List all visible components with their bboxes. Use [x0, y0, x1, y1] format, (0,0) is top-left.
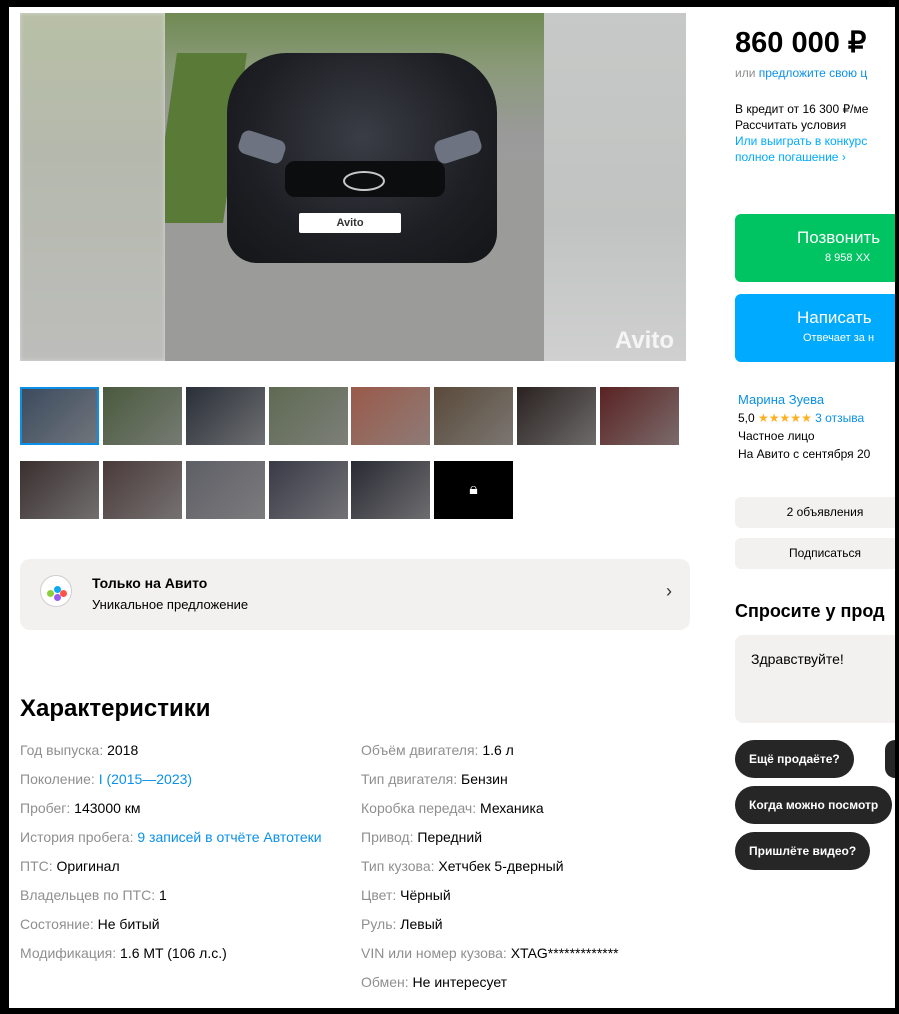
promo-subtitle: Уникальное предложение — [92, 597, 249, 612]
char-generation: Поколение: I (2015—2023) — [20, 771, 193, 787]
thumbnail-8[interactable] — [600, 387, 679, 445]
full-repayment-link[interactable]: полное погашение › — [735, 149, 868, 165]
thumbnail-10[interactable] — [103, 461, 182, 519]
main-photo[interactable]: Avito Avito — [20, 13, 686, 361]
ask-seller-title: Спросите у прод — [735, 601, 885, 621]
only-on-avito-banner[interactable]: Только на Авито Уникальное предложение › — [20, 559, 690, 630]
message-button-label: Написать — [797, 308, 872, 327]
seller-since: На Авито с сентября 20 — [738, 447, 871, 461]
characteristics-title: Характеристики — [20, 695, 211, 722]
seller-rating: 5,0 ★★★★★ 3 отзыва — [738, 411, 865, 425]
message-button[interactable]: Написать Отвечает за н — [735, 294, 895, 362]
chip-still-selling[interactable]: Ещё продаёте? — [735, 740, 854, 778]
lock-icon: 🔒︎ — [469, 481, 478, 498]
char-condition: Состояние: Не битый — [20, 916, 160, 932]
thumbnail-5[interactable] — [351, 387, 430, 445]
car-photo: Avito — [165, 13, 544, 361]
photo-blur-right — [544, 13, 686, 361]
char-pts: ПТС: Оригинал — [20, 858, 120, 874]
promo-title: Только на Авито — [92, 575, 208, 591]
contest-link[interactable]: Или выиграть в конкурс — [735, 133, 868, 149]
char-drive: Привод: Передний — [361, 829, 483, 845]
credit-block: В кредит от 16 300 ₽/ме Рассчитать услов… — [735, 101, 868, 165]
offer-price-link[interactable]: предложите свою ц — [759, 66, 867, 80]
avito-logo-icon — [40, 575, 72, 607]
thumbnail-1[interactable] — [20, 387, 99, 445]
seller-name[interactable]: Марина Зуева — [738, 391, 870, 409]
avito-watermark: Avito — [614, 327, 674, 354]
char-engine-volume: Объём двигателя: 1.6 л — [361, 742, 514, 758]
message-input-text: Здравствуйте! — [751, 651, 844, 667]
chip-more[interactable] — [885, 740, 895, 778]
char-engine-type: Тип двигателя: Бензин — [361, 771, 508, 787]
char-mileage-history: История пробега: 9 записей в отчёте Авто… — [20, 829, 322, 845]
offer-price-line: или предложите свою ц — [735, 66, 868, 80]
thumbnail-13[interactable] — [351, 461, 430, 519]
thumbnail-12[interactable] — [269, 461, 348, 519]
chevron-right-icon: › — [666, 581, 672, 601]
seller-ads-button[interactable]: 2 объявления — [735, 497, 895, 528]
char-owners: Владельцев по ПТС: 1 — [20, 887, 167, 903]
seller-type: Частное лицо — [738, 429, 815, 443]
generation-link[interactable]: I (2015—2023) — [99, 771, 192, 787]
thumbnail-4[interactable] — [269, 387, 348, 445]
subscribe-button[interactable]: Подписаться — [735, 538, 895, 569]
thumbnail-6[interactable] — [434, 387, 513, 445]
credit-amount: В кредит от 16 300 ₽/ме — [735, 102, 869, 116]
star-rating-icon: ★★★★★ — [758, 411, 812, 425]
char-year: Год выпуска: 2018 — [20, 742, 139, 758]
char-transmission: Коробка передач: Механика — [361, 800, 544, 816]
thumbnail-3[interactable] — [186, 387, 265, 445]
credit-calc-link[interactable]: Рассчитать условия — [735, 117, 868, 133]
photo-blur-left — [20, 13, 165, 361]
thumbnail-9[interactable] — [20, 461, 99, 519]
char-modification: Модификация: 1.6 MT (106 л.с.) — [20, 945, 227, 961]
listing-page: Avito Avito 🔒︎ Только на Авито Уникально… — [9, 7, 895, 1008]
thumbnail-11[interactable] — [186, 461, 265, 519]
call-button-label: Позвонить — [797, 228, 881, 247]
char-steering: Руль: Левый — [361, 916, 443, 932]
chip-when-view[interactable]: Когда можно посмотр — [735, 786, 893, 824]
char-exchange: Обмен: Не интересует — [361, 974, 508, 990]
char-vin: VIN или номер кузова: XTAG************* — [361, 945, 619, 961]
char-color: Цвет: Чёрный — [361, 887, 451, 903]
thumbnail-2[interactable] — [103, 387, 182, 445]
char-mileage: Пробег: 143000 км — [20, 800, 141, 816]
seller-info: Марина Зуева 5,0 ★★★★★ 3 отзыва Частное … — [738, 391, 870, 463]
reviews-link[interactable]: 3 отзыва — [815, 411, 864, 425]
chip-send-video[interactable]: Пришлёте видео? — [735, 832, 871, 870]
message-button-sub: Отвечает за н — [803, 332, 875, 344]
characteristics-left: Год выпуска: 2018 Поколение: I (2015—202… — [20, 741, 330, 973]
price: 860 000 ₽ — [735, 27, 867, 59]
call-button[interactable]: Позвонить 8 958 XX — [735, 214, 895, 282]
thumbnail-7[interactable] — [517, 387, 596, 445]
autoteka-link[interactable]: 9 записей в отчёте Автотеки — [137, 829, 321, 845]
call-button-phone: 8 958 XX — [825, 252, 871, 264]
characteristics-right: Объём двигателя: 1.6 л Тип двигателя: Бе… — [361, 741, 691, 1002]
car-badge — [343, 171, 385, 191]
thumbnail-locked[interactable]: 🔒︎ — [434, 461, 513, 519]
char-body-type: Тип кузова: Хетчбек 5-дверный — [361, 858, 564, 874]
message-input[interactable]: Здравствуйте! — [735, 635, 895, 723]
license-plate: Avito — [299, 213, 401, 233]
